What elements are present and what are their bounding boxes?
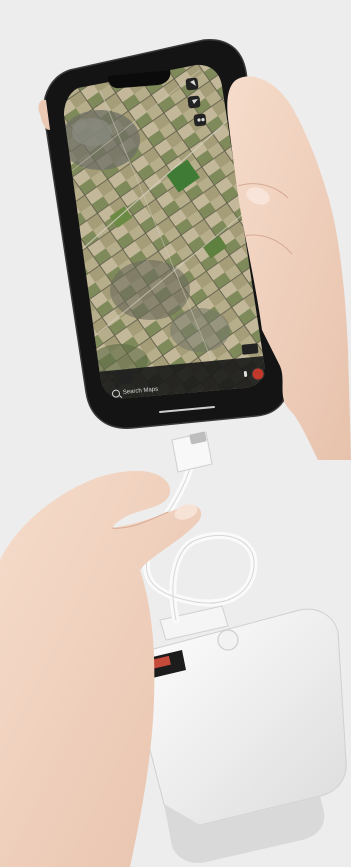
look-around-icon — [117, 371, 133, 385]
power-button-icon — [217, 629, 239, 651]
photo-scene — [0, 0, 351, 867]
avatar-icon — [251, 367, 265, 381]
search-icon — [111, 389, 121, 398]
layers-icon — [185, 77, 199, 91]
search-placeholder: Search Maps — [122, 386, 159, 396]
